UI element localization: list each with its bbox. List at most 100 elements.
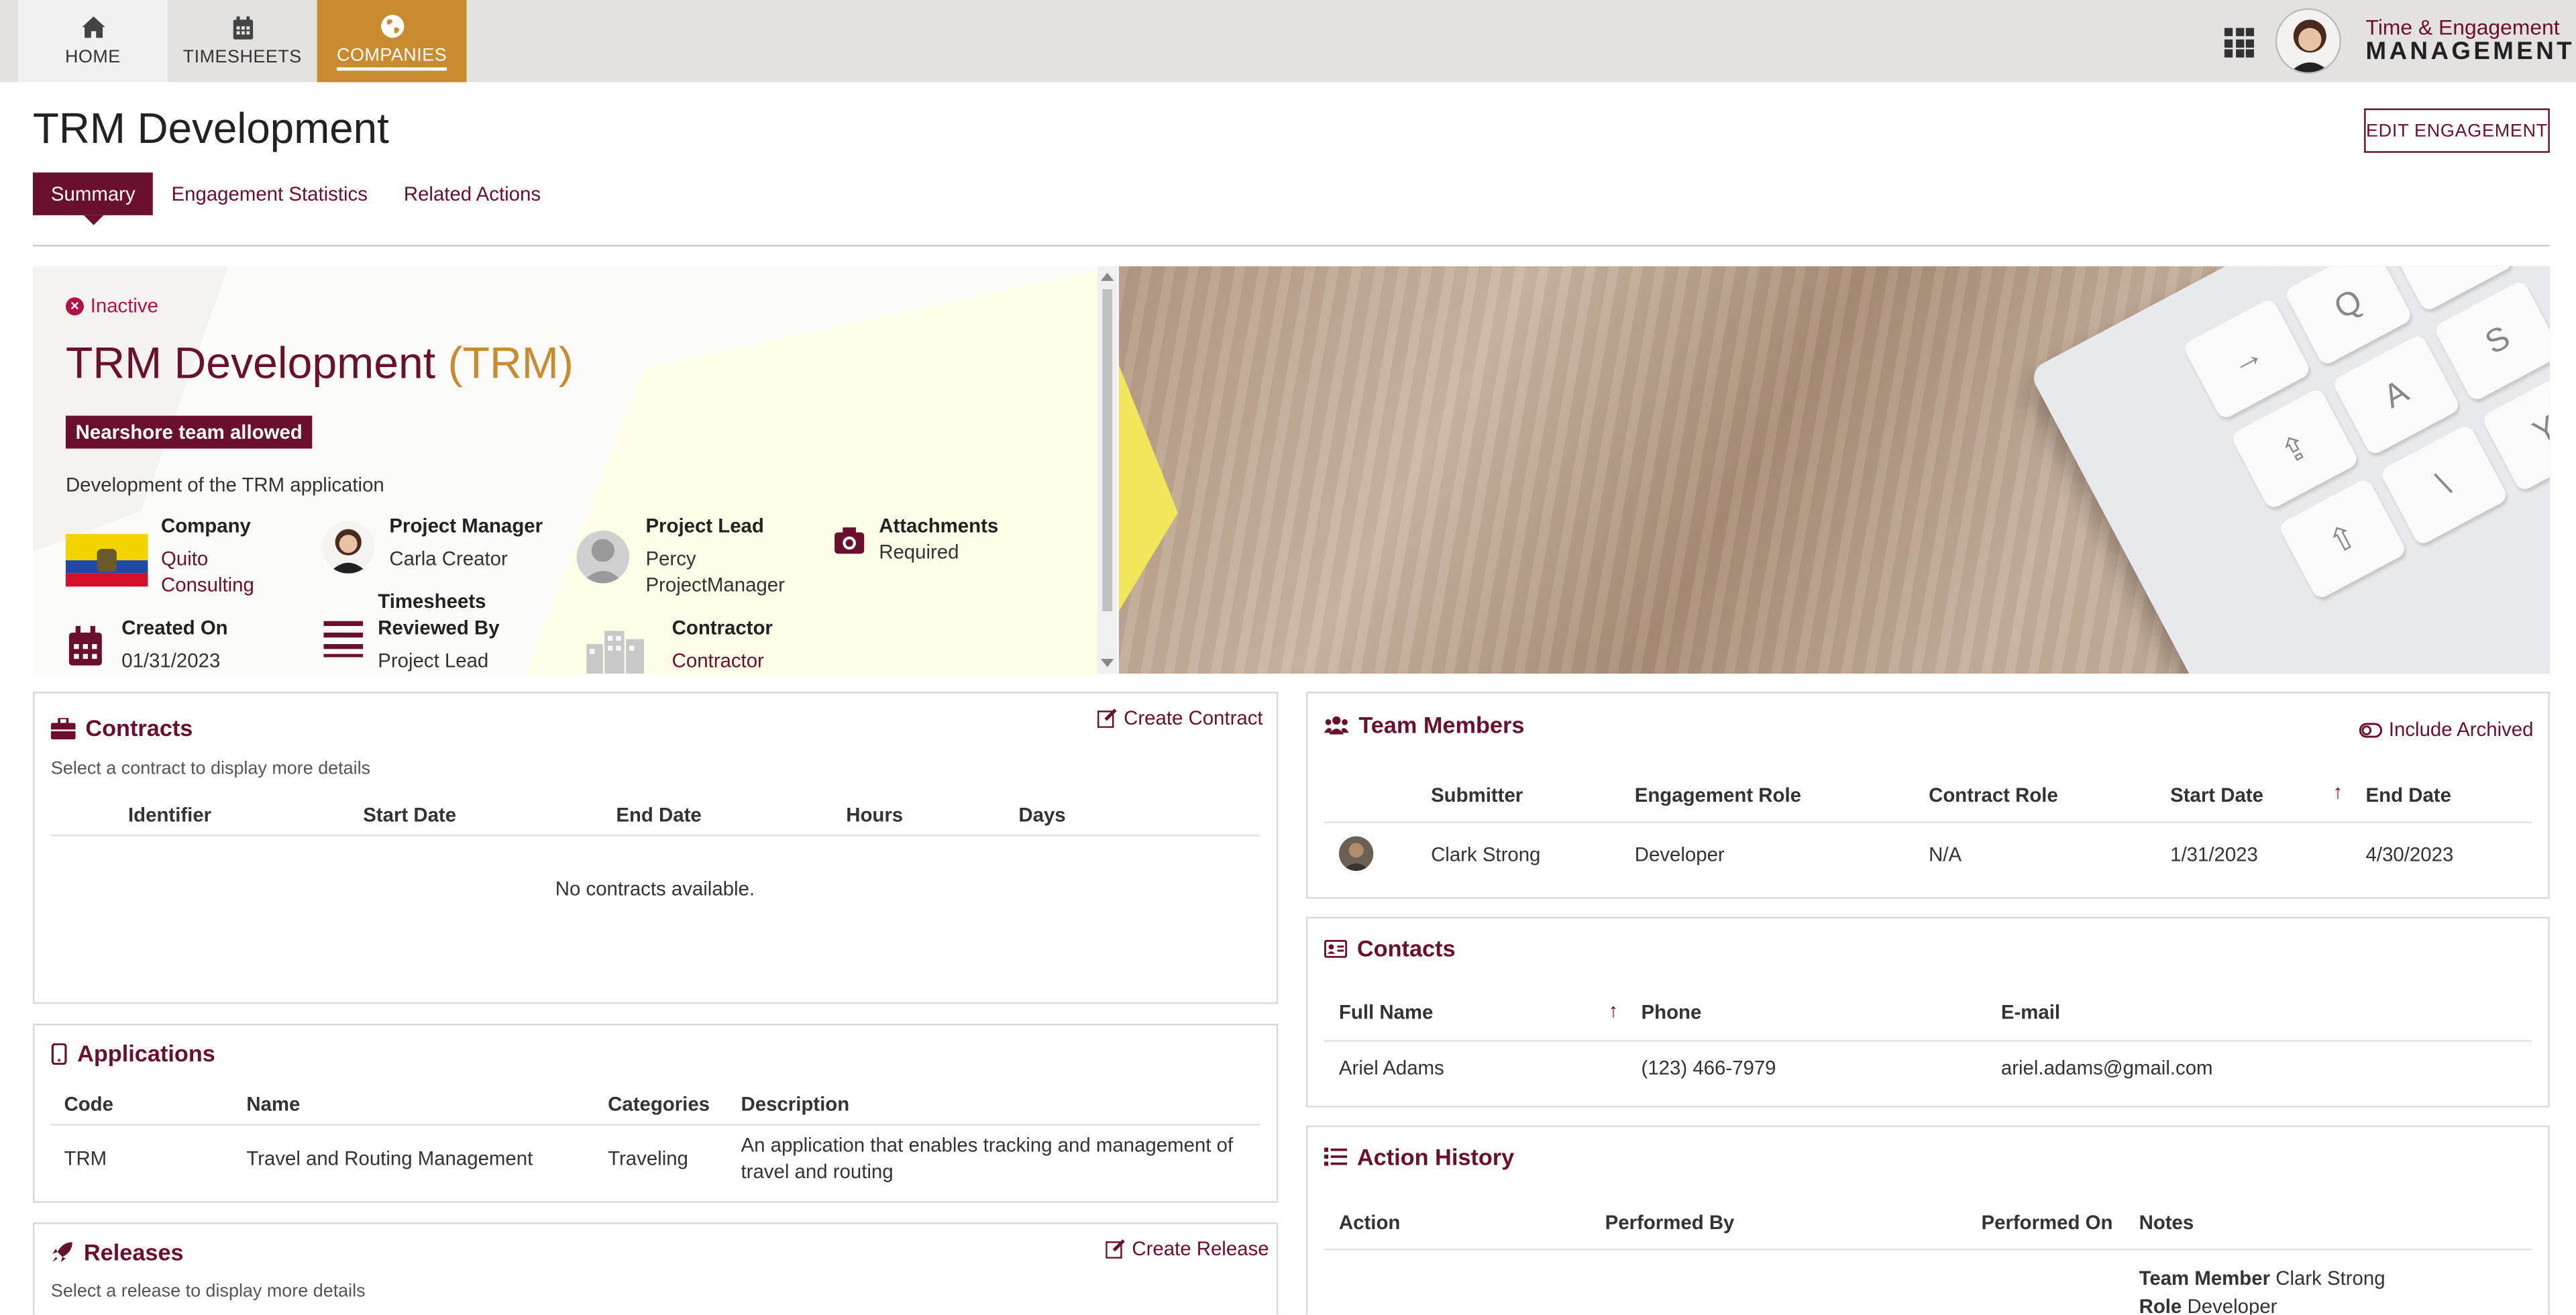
engagement-hero: → Q W ⇪ A S ⇧ \ Y × Inactive TRM Develop… xyxy=(32,266,2550,674)
list-lines-icon xyxy=(323,621,364,658)
contractor-info: Contractor Contractor xyxy=(672,615,773,674)
nav-timesheets[interactable]: TIMESHEETS xyxy=(168,0,317,82)
nearshore-badge: Nearshore team allowed xyxy=(65,415,313,449)
hero-scrollbar[interactable] xyxy=(1097,266,1118,674)
member-start-date: 1/31/2023 xyxy=(2170,843,2258,866)
timesheets-reviewed-value: Project Lead xyxy=(378,649,489,672)
contact-name: Ariel Adams xyxy=(1338,1056,1444,1080)
contractor-link[interactable]: Contractor xyxy=(672,647,773,674)
column-header[interactable]: End Date xyxy=(2366,784,2451,806)
created-on-value: 01/31/2023 xyxy=(121,649,221,672)
close-circle-icon: × xyxy=(65,297,84,315)
users-icon xyxy=(1324,716,1349,735)
apps-grid-icon[interactable] xyxy=(2224,28,2255,58)
sort-arrow-icon[interactable]: ↑ xyxy=(2333,780,2343,803)
nav-timesheets-label: TIMESHEETS xyxy=(182,48,302,68)
engagement-description: Development of the TRM application xyxy=(65,473,384,496)
create-contract-link[interactable]: Create Contract xyxy=(1097,706,1263,729)
table-divider xyxy=(1324,821,2532,823)
project-manager-info: Project Manager Carla Creator xyxy=(389,513,543,572)
sort-arrow-icon[interactable]: ↑ xyxy=(1609,999,1619,1022)
mobile-icon xyxy=(51,1042,67,1064)
tab-engagement-statistics[interactable]: Engagement Statistics xyxy=(154,172,386,215)
column-header[interactable]: Submitter xyxy=(1431,784,1523,806)
timesheets-reviewed-label: Timesheets Reviewed By xyxy=(378,590,500,639)
column-header[interactable]: Identifier xyxy=(128,804,211,827)
action-history-title: Action History xyxy=(1324,1144,1514,1170)
nav-companies-label: COMPANIES xyxy=(337,45,447,70)
action-history-panel: Action History Action Performed By Perfo… xyxy=(1305,1125,2550,1315)
member-contract-role: N/A xyxy=(1929,843,1962,866)
include-archived-toggle[interactable]: Include Archived xyxy=(2359,718,2534,741)
brand-line-1: Time & Engagement xyxy=(2365,15,2560,40)
history-notes: Team Member Clark Strong Role Developer xyxy=(2139,1267,2385,1315)
column-header[interactable]: Days xyxy=(1018,804,1065,827)
member-avatar xyxy=(1338,836,1374,871)
app-categories: Traveling xyxy=(608,1147,688,1170)
column-header[interactable]: Notes xyxy=(2139,1211,2194,1234)
created-on-label: Created On xyxy=(121,616,228,639)
calendar-icon xyxy=(68,626,102,666)
contracts-title: Contracts xyxy=(50,715,193,741)
tab-bar: Summary Engagement Statistics Related Ac… xyxy=(32,172,559,225)
company-label: Company xyxy=(161,514,251,537)
table-divider xyxy=(1324,1040,2532,1042)
applications-title: Applications xyxy=(51,1040,215,1066)
edit-engagement-button[interactable]: EDIT ENGAGEMENT xyxy=(2364,108,2550,153)
contacts-panel: Contacts Full Name ↑ Phone E-mail Ariel … xyxy=(1305,916,2550,1108)
rocket-icon xyxy=(52,1242,72,1262)
toggle-icon xyxy=(2359,722,2383,737)
camera-icon xyxy=(835,527,865,554)
column-header[interactable]: Name xyxy=(246,1093,300,1116)
column-header[interactable]: Action xyxy=(1339,1211,1400,1234)
engagement-name-text: TRM Development xyxy=(65,338,436,388)
column-header[interactable]: E-mail xyxy=(2001,1000,2060,1023)
address-card-icon xyxy=(1324,939,1348,957)
column-header[interactable]: Engagement Role xyxy=(1635,784,1801,806)
nav-home-label: HOME xyxy=(64,48,121,68)
column-header[interactable]: Phone xyxy=(1642,1000,1702,1023)
created-on-info: Created On 01/31/2023 xyxy=(121,615,227,674)
column-header[interactable]: End Date xyxy=(616,804,701,827)
nav-home[interactable]: HOME xyxy=(17,0,168,83)
table-divider xyxy=(50,835,1260,837)
column-header[interactable]: Full Name xyxy=(1339,1000,1433,1023)
user-avatar[interactable] xyxy=(2275,8,2341,74)
engagement-code: (TRM) xyxy=(447,338,574,388)
project-manager-value: Carla Creator xyxy=(389,547,508,570)
column-header[interactable]: Performed On xyxy=(1981,1211,2112,1234)
contracts-panel: Contracts Create Contract Select a contr… xyxy=(32,692,1279,1004)
column-header[interactable]: Contract Role xyxy=(1929,784,2058,806)
app-code: TRM xyxy=(64,1147,107,1170)
status-badge: × Inactive xyxy=(65,294,158,317)
edit-icon xyxy=(1106,1239,1125,1259)
ecuador-flag-icon xyxy=(65,533,148,587)
list-icon xyxy=(1324,1147,1348,1166)
column-header[interactable]: Hours xyxy=(846,804,903,827)
column-header[interactable]: Description xyxy=(741,1093,849,1116)
column-header[interactable]: Start Date xyxy=(363,804,456,827)
column-header[interactable]: Code xyxy=(64,1093,113,1116)
tab-summary[interactable]: Summary xyxy=(32,172,154,225)
tab-related-actions[interactable]: Related Actions xyxy=(386,172,559,215)
contact-email: ariel.adams@gmail.com xyxy=(2000,1056,2213,1080)
nav-companies[interactable]: COMPANIES xyxy=(317,0,467,83)
project-lead-value: Percy ProjectManager xyxy=(645,547,785,596)
attachments-info: Attachments Required xyxy=(879,513,998,565)
create-release-link[interactable]: Create Release xyxy=(1106,1237,1269,1260)
company-info: Company Quito Consulting xyxy=(161,513,254,598)
home-icon xyxy=(81,16,105,38)
applications-panel: Applications Code Name Categories Descri… xyxy=(32,1023,1279,1203)
brand-line-2: MANAGEMENT xyxy=(2365,38,2575,66)
contact-phone: (123) 466-7979 xyxy=(1641,1056,1776,1080)
page-title: TRM Development xyxy=(32,103,389,153)
project-lead-label: Project Lead xyxy=(645,514,764,537)
hero-info-panel: × Inactive TRM Development (TRM) Nearsho… xyxy=(32,266,1119,674)
project-manager-label: Project Manager xyxy=(389,514,543,537)
column-header[interactable]: Performed By xyxy=(1605,1211,1735,1234)
column-header[interactable]: Categories xyxy=(608,1093,710,1116)
company-link[interactable]: Quito Consulting xyxy=(161,545,254,598)
project-lead-info: Project Lead Percy ProjectManager xyxy=(645,513,784,598)
member-end-date: 4/30/2023 xyxy=(2365,843,2454,866)
column-header[interactable]: Start Date xyxy=(2170,784,2263,806)
